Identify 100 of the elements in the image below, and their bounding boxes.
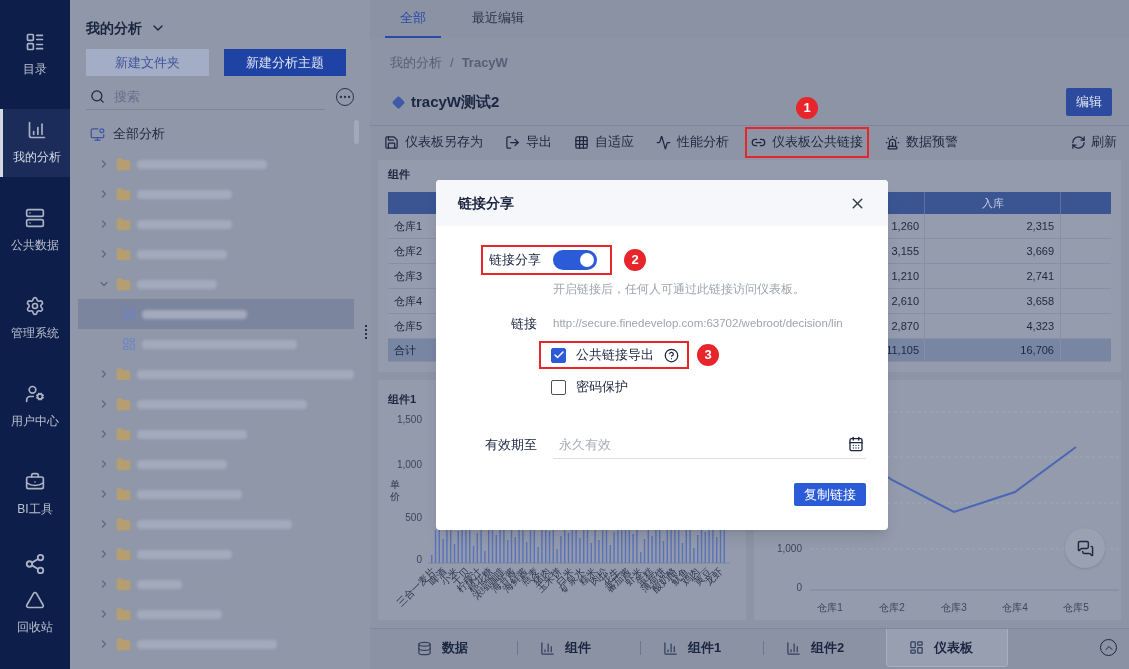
folder-icon bbox=[116, 156, 131, 172]
dashboard-icon bbox=[122, 337, 136, 351]
export-icon bbox=[505, 134, 520, 150]
nav-item[interactable]: 我的分析 bbox=[0, 109, 70, 177]
list-icon bbox=[25, 32, 45, 52]
checkbox[interactable] bbox=[551, 379, 566, 395]
table-cell-text: 仓库5 bbox=[393, 318, 424, 334]
axis-label: 仓库2 bbox=[878, 602, 905, 613]
toolbar-button[interactable]: 自适应 bbox=[568, 126, 640, 158]
sheet-tab[interactable]: 组件2 bbox=[764, 629, 886, 667]
dashboard-title: tracyW测试2 bbox=[411, 91, 500, 112]
toolbar-button[interactable]: 数据预警 bbox=[879, 126, 964, 158]
user-icon bbox=[25, 384, 45, 404]
table-cell-text: 合计 bbox=[393, 342, 417, 358]
alarm-icon bbox=[885, 134, 900, 150]
date-field[interactable]: 永久有效 bbox=[553, 431, 866, 459]
dashboard-icon bbox=[122, 307, 136, 321]
toolbar-button[interactable]: 仪表板公共链接 bbox=[745, 126, 869, 158]
resize-handle[interactable] bbox=[365, 325, 367, 339]
briefcase-icon bbox=[25, 472, 45, 492]
check-icon bbox=[552, 349, 565, 361]
action-button[interactable]: 新建文件夹 bbox=[86, 49, 210, 76]
folder-icon bbox=[116, 246, 131, 262]
folder-icon bbox=[115, 366, 131, 382]
folder-icon bbox=[116, 516, 131, 532]
tab[interactable]: 全部 bbox=[385, 0, 441, 38]
table-cell: 4,323 bbox=[925, 314, 1061, 338]
field-label: 链接分享 bbox=[489, 251, 541, 270]
folder-icon bbox=[116, 576, 131, 592]
breadcrumb-separator: / bbox=[450, 54, 454, 73]
axis-tick-label: 0 bbox=[795, 582, 802, 593]
axis-label: 仓库4 bbox=[1001, 602, 1028, 613]
sheet-tab[interactable]: 数据 bbox=[395, 629, 517, 667]
qa-button[interactable] bbox=[1065, 528, 1105, 568]
tree-root[interactable]: 全部分析 bbox=[113, 124, 165, 144]
pulse-icon bbox=[656, 134, 671, 150]
axis-tick-label: 1,000 bbox=[776, 543, 802, 554]
nav-item[interactable]: 回收站 bbox=[0, 579, 70, 647]
sidebar-title: 我的分析 bbox=[86, 18, 142, 38]
checkbox-label: 公共链接导出 bbox=[576, 346, 654, 365]
folder-icon bbox=[116, 276, 131, 292]
axis-label: 仓库5 bbox=[1062, 602, 1089, 613]
checkbox[interactable] bbox=[551, 347, 566, 363]
sheet-tab[interactable]: 仪表板 bbox=[886, 629, 1008, 667]
widget-title: 组件1 bbox=[388, 393, 417, 405]
toggle-switch[interactable] bbox=[553, 250, 597, 270]
folder-icon bbox=[116, 426, 131, 442]
folder-icon bbox=[116, 456, 131, 472]
save-icon bbox=[384, 134, 399, 150]
field-label: 有效期至 bbox=[484, 436, 537, 455]
bar-chart-icon bbox=[26, 120, 47, 140]
axis-title: 单价 bbox=[390, 479, 400, 502]
bar-chart-icon bbox=[786, 640, 801, 656]
axis-tick-label: 500 bbox=[405, 512, 422, 523]
nav-item[interactable]: BI工具 bbox=[0, 461, 70, 529]
folder-icon bbox=[116, 636, 131, 652]
tree-item[interactable] bbox=[78, 299, 354, 329]
nodes-icon[interactable] bbox=[24, 553, 46, 575]
copy-link-button[interactable]: 复制链接 bbox=[794, 483, 866, 506]
widget-title: 组件 bbox=[388, 167, 411, 180]
database-icon bbox=[417, 640, 432, 656]
refresh-icon bbox=[1071, 134, 1086, 150]
folder-icon bbox=[116, 546, 131, 562]
number-badge: 2 bbox=[624, 249, 646, 271]
nav-item[interactable]: 公共数据 bbox=[0, 197, 70, 265]
axis-label: 仓库1 bbox=[816, 602, 843, 613]
axis-label: 仓库3 bbox=[940, 602, 967, 613]
monitor-icon bbox=[90, 126, 105, 142]
table-cell: 3,658 bbox=[925, 289, 1061, 313]
axis-tick-label: 0 bbox=[416, 554, 422, 565]
edit-button[interactable]: 编辑 bbox=[1066, 88, 1112, 116]
toolbar-button[interactable]: 仪表板另存为 bbox=[378, 126, 489, 158]
diamond-icon bbox=[392, 95, 405, 109]
folder-icon bbox=[116, 186, 131, 202]
tab[interactable]: 最近编辑 bbox=[457, 0, 539, 38]
search-icon bbox=[90, 89, 105, 104]
table-cell: 16,706 bbox=[925, 339, 1061, 361]
bar-chart-icon bbox=[663, 640, 678, 656]
table-cell-text: 仓库4 bbox=[393, 293, 424, 309]
help-icon[interactable] bbox=[664, 347, 679, 363]
toolbar-button[interactable]: 导出 bbox=[499, 126, 558, 158]
axis-tick-label: 1,000 bbox=[396, 459, 422, 470]
action-button[interactable]: 新建分析主题 bbox=[224, 49, 346, 76]
toolbar-button[interactable]: 性能分析 bbox=[650, 126, 735, 158]
refresh-button[interactable]: 刷新 bbox=[1071, 132, 1117, 152]
nav-item[interactable]: 管理系统 bbox=[0, 285, 70, 353]
folder-icon bbox=[116, 486, 131, 502]
server-icon bbox=[25, 208, 45, 228]
sheet-tab[interactable]: 组件1 bbox=[641, 629, 763, 667]
bar-chart-icon bbox=[540, 640, 555, 656]
nav-item[interactable]: 目录 bbox=[0, 21, 70, 89]
table-cell-text: 仓库1 bbox=[393, 218, 424, 234]
checkbox-label: 密码保护 bbox=[576, 378, 628, 397]
sheet-tab[interactable]: 组件 bbox=[518, 629, 640, 667]
dashboard-icon bbox=[909, 640, 924, 655]
folder-icon bbox=[116, 216, 131, 232]
chat-icon bbox=[1076, 539, 1094, 557]
nav-item[interactable]: 用户中心 bbox=[0, 373, 70, 441]
calendar-icon[interactable] bbox=[848, 436, 864, 452]
table-cell: 2,741 bbox=[925, 264, 1061, 288]
